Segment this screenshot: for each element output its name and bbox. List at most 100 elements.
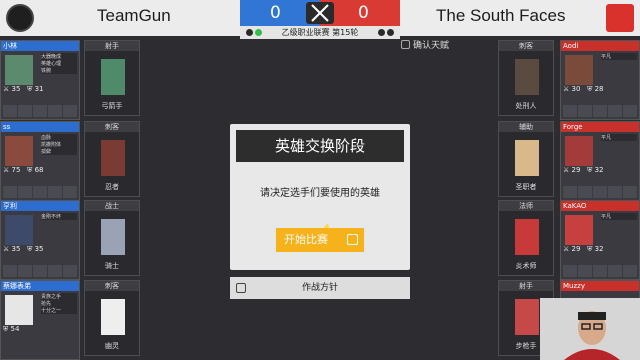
hero-name: 炎术师 xyxy=(515,262,537,270)
player-traits: 金刚不坏 xyxy=(41,213,77,220)
hero-name: 处刑人 xyxy=(515,102,537,110)
team-name-left: TeamGun xyxy=(97,6,171,25)
hero-name: 圣职者 xyxy=(515,183,537,191)
role-label: 射手 xyxy=(85,41,139,51)
item-slots xyxy=(563,265,637,277)
player-name: KaKAO xyxy=(561,201,639,211)
hero-icon xyxy=(515,59,539,95)
trait: 英雄心理 xyxy=(41,61,62,67)
defense-stat: 54 xyxy=(10,325,20,333)
player-traits: 平凡 xyxy=(601,134,637,141)
game-screen: TeamGun The South Faces 0 0 乙级职业联赛 第15轮 … xyxy=(0,0,640,360)
player-name: 蔡娜表弟 xyxy=(1,281,79,291)
right-dot-icon xyxy=(387,29,394,36)
left-dot-icon xyxy=(246,29,253,36)
item-slots xyxy=(3,265,77,277)
webcam-overlay xyxy=(540,298,640,360)
left-player-card[interactable]: 亨利 金刚不坏 ⚔ 35 ⛨ 35 xyxy=(0,200,80,280)
defense-stat: 28 xyxy=(594,85,604,93)
hero-icon xyxy=(515,299,539,335)
defense-stat: 68 xyxy=(34,166,44,174)
confirm-icon xyxy=(401,40,410,49)
player-traits: 平凡 xyxy=(601,213,637,220)
left-hero-card[interactable]: 射手 弓箭手 xyxy=(84,40,140,116)
player-name: 亨利 xyxy=(1,201,79,211)
left-hero-card[interactable]: 战士 骑士 xyxy=(84,200,140,276)
player-stats: ⚔ 75 ⛨ 68 xyxy=(3,166,44,174)
trait: 平凡 xyxy=(601,54,612,60)
player-traits: 血脉 凯撒附体 孤僻 xyxy=(41,134,77,155)
team-name-right: The South Faces xyxy=(436,6,566,25)
left-hero-card[interactable]: 刺客 幽灵 xyxy=(84,280,140,356)
left-player-card[interactable]: 蔡娜表弟 贵族之手 抢先 十分之一 ⛨ 54 xyxy=(0,280,80,360)
dialog-message: 请决定选手们要使用的英雄 xyxy=(260,188,380,199)
attack-stat: 35 xyxy=(11,245,21,253)
role-label: 射手 xyxy=(499,281,553,291)
hero-sprite-icon xyxy=(5,215,33,245)
trait: 平凡 xyxy=(601,135,612,141)
score-left: 0 xyxy=(270,3,281,23)
hero-icon xyxy=(515,140,539,176)
player-traits: 大器晚成 英雄心理 铁腕 xyxy=(41,53,77,74)
strategy-button[interactable]: 作战方针 xyxy=(230,277,410,299)
right-hero-card[interactable]: 法师 炎术师 xyxy=(498,200,554,276)
hero-name: 幽灵 xyxy=(105,342,119,350)
dialog-title: 英雄交换阶段 xyxy=(236,130,404,162)
start-match-button[interactable]: 开始比赛 xyxy=(276,228,364,252)
right-player-card[interactable]: KaKAO 平凡 ⚔ 29 ⛨ 32 xyxy=(560,200,640,280)
defense-stat: 35 xyxy=(34,245,44,253)
right-hero-card[interactable]: 辅助 圣职者 xyxy=(498,121,554,197)
strategy-icon xyxy=(236,283,246,293)
player-name: Forge xyxy=(561,122,639,132)
role-label: 辅助 xyxy=(499,122,553,132)
player-stats: ⛨ 54 xyxy=(3,325,20,333)
league-label: 乙级职业联赛 第15轮 xyxy=(240,26,400,39)
strategy-label: 作战方针 xyxy=(301,283,338,293)
role-label: 刺客 xyxy=(85,122,139,132)
score-right: 0 xyxy=(358,3,369,23)
left-dot-icon xyxy=(255,29,262,36)
hero-sprite-icon xyxy=(5,295,33,325)
left-hero-card[interactable]: 刺客 忍者 xyxy=(84,121,140,197)
defense-stat: 31 xyxy=(34,85,44,93)
hero-name: 弓箭手 xyxy=(101,102,123,110)
trait: 十分之一 xyxy=(41,308,62,314)
player-stats: ⚔ 29 ⛨ 32 xyxy=(563,245,604,253)
right-hero-card[interactable]: 刺客 处刑人 xyxy=(498,40,554,116)
trait: 抢先 xyxy=(41,301,52,307)
confirm-talent-button[interactable]: 确认天赋 xyxy=(401,38,449,51)
trait: 铁腕 xyxy=(41,68,52,74)
left-player-card[interactable]: ss 血脉 凯撒附体 孤僻 ⚔ 75 ⛨ 68 xyxy=(0,121,80,201)
left-player-card[interactable]: 小林 大器晚成 英雄心理 铁腕 ⚔ 35 ⛨ 31 xyxy=(0,40,80,120)
trait: 贵族之手 xyxy=(41,294,62,300)
right-player-card[interactable]: Muzzy xyxy=(560,280,640,300)
hero-icon xyxy=(101,219,125,255)
item-slots xyxy=(563,105,637,117)
hero-icon xyxy=(101,140,125,176)
defense-stat: 32 xyxy=(594,166,604,174)
trait: 凯撒附体 xyxy=(41,142,62,148)
attack-stat: 30 xyxy=(571,85,581,93)
role-label: 刺客 xyxy=(85,281,139,291)
right-player-card[interactable]: Aodi 平凡 ⚔ 30 ⛨ 28 xyxy=(560,40,640,120)
hero-icon xyxy=(101,299,125,335)
hero-sprite-icon xyxy=(565,136,593,166)
item-slots xyxy=(563,186,637,198)
hero-sprite-icon xyxy=(565,215,593,245)
player-stats: ⚔ 35 ⛨ 35 xyxy=(3,245,44,253)
trait: 大器晚成 xyxy=(41,54,62,60)
right-player-card[interactable]: Forge 平凡 ⚔ 29 ⛨ 32 xyxy=(560,121,640,201)
role-label: 法师 xyxy=(499,201,553,211)
item-slots xyxy=(3,105,77,117)
trait: 平凡 xyxy=(601,214,612,220)
role-label: 战士 xyxy=(85,201,139,211)
hero-sprite-icon xyxy=(565,55,593,85)
player-stats: ⚔ 30 ⛨ 28 xyxy=(563,85,604,93)
document-icon xyxy=(347,234,358,245)
attack-stat: 35 xyxy=(11,85,21,93)
hero-swap-dialog: 英雄交换阶段 请决定选手们要使用的英雄 开始比赛 xyxy=(230,124,410,270)
player-traits: 平凡 xyxy=(601,53,637,60)
hero-name: 骑士 xyxy=(105,262,119,270)
team-logo-right-icon xyxy=(606,4,634,32)
player-name: 小林 xyxy=(1,41,79,51)
